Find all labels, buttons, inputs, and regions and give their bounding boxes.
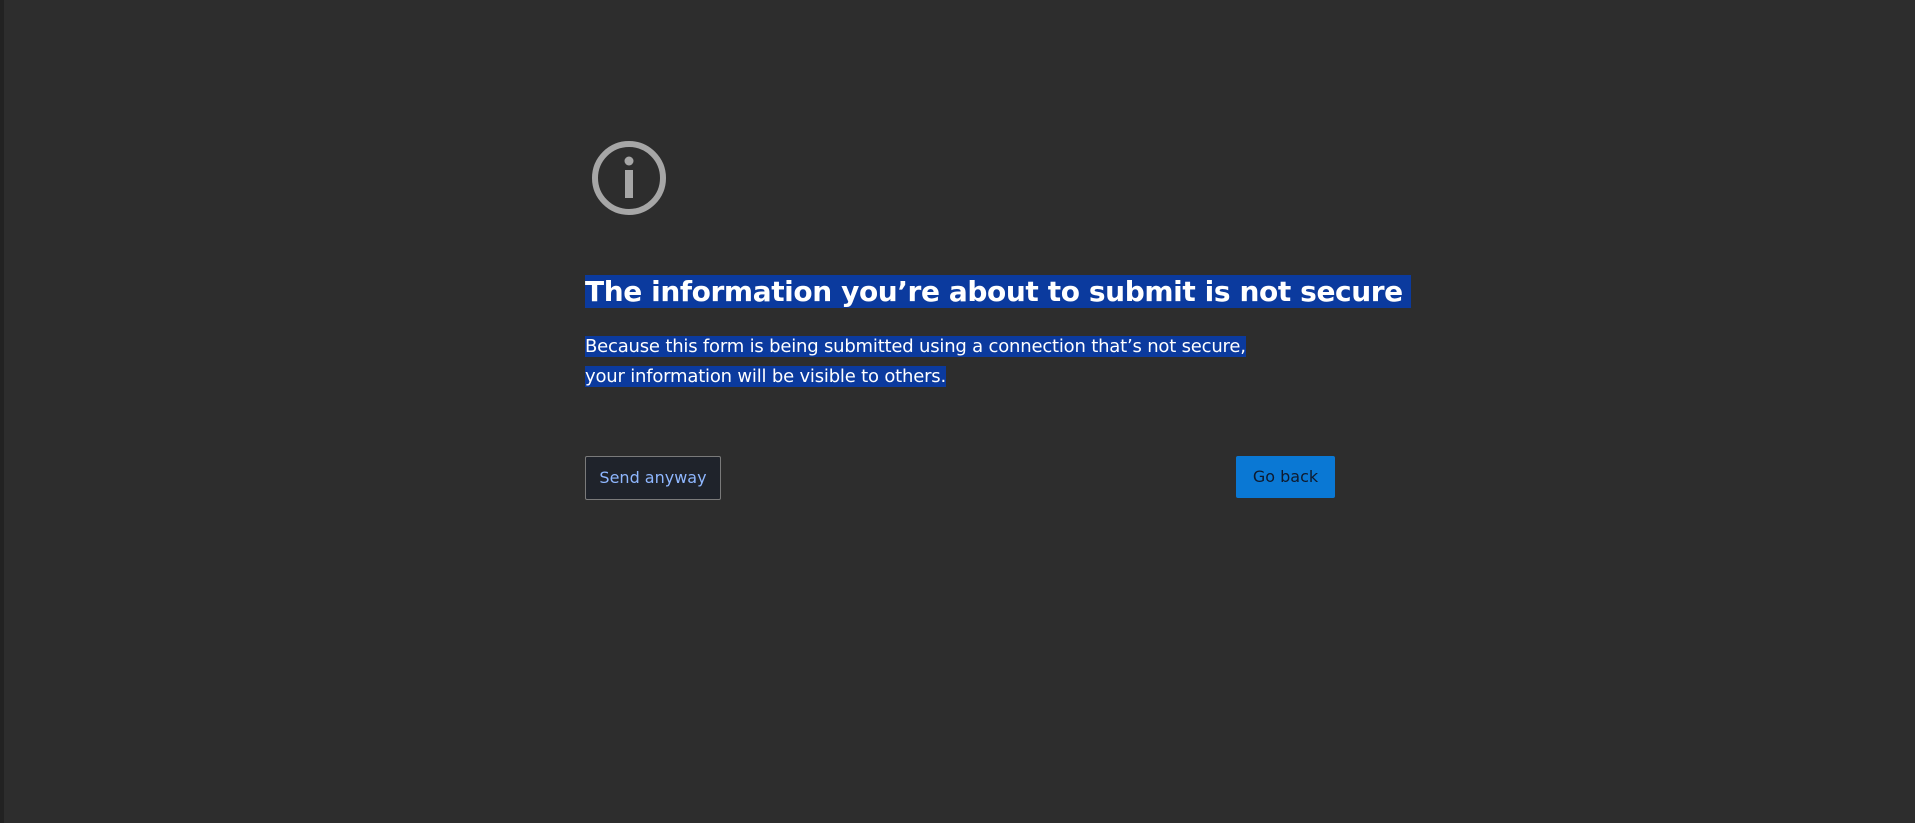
send-anyway-button[interactable]: Send anyway <box>585 456 721 500</box>
go-back-button[interactable]: Go back <box>1236 456 1335 498</box>
warning-title: The information you’re about to submit i… <box>585 272 1411 312</box>
warning-description-text: Because this form is being submitted usi… <box>585 336 1246 387</box>
window-left-edge <box>0 0 4 823</box>
info-icon <box>592 141 666 215</box>
warning-title-text: The information you’re about to submit i… <box>585 275 1411 308</box>
warning-description: Because this form is being submitted usi… <box>585 332 1265 392</box>
